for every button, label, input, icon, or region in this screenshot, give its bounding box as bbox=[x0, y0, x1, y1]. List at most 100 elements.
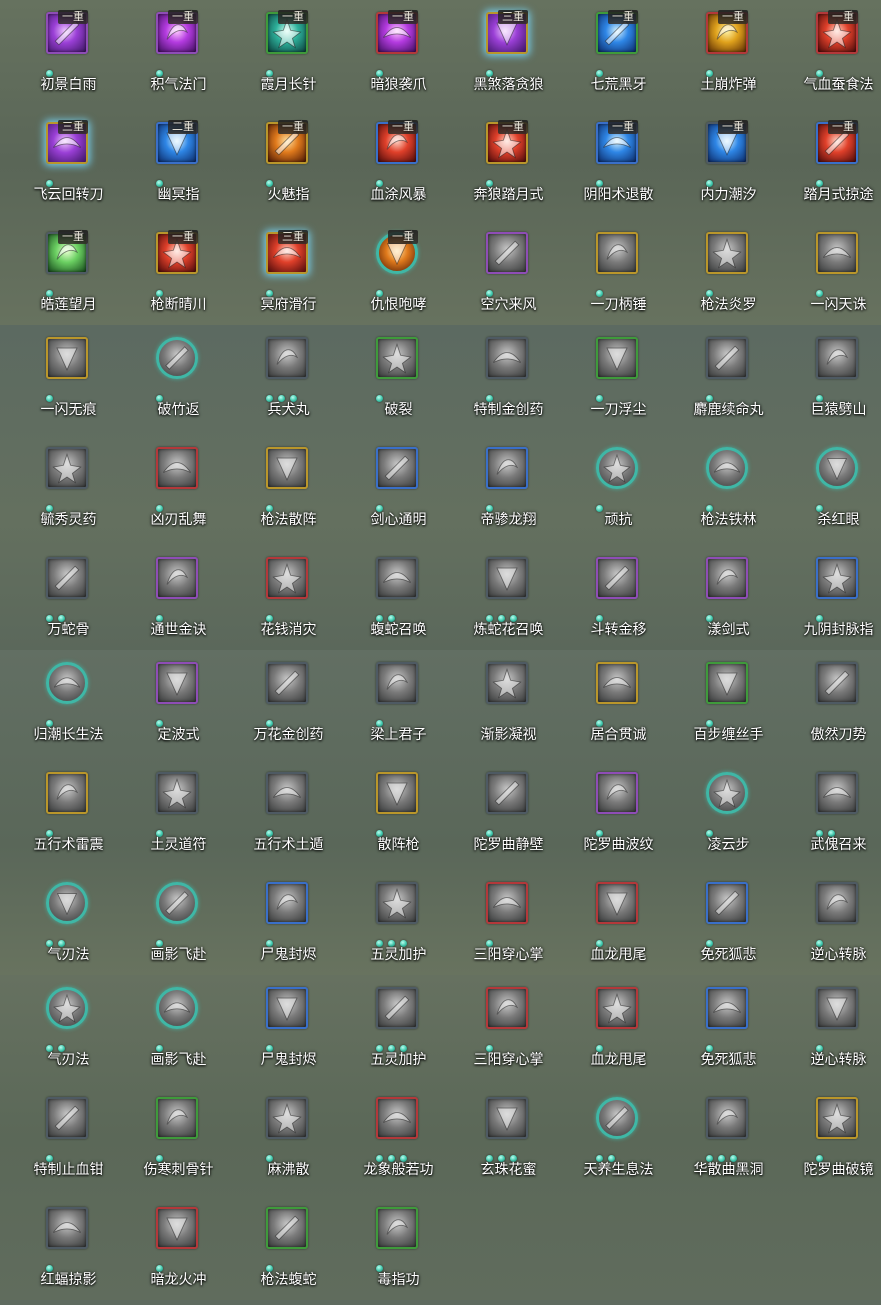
skill-slot[interactable]: 伤寒刺骨针 bbox=[116, 1085, 226, 1195]
skill-icon[interactable] bbox=[816, 337, 858, 379]
skill-icon[interactable] bbox=[156, 1097, 198, 1139]
skill-icon[interactable] bbox=[486, 662, 528, 704]
skill-slot[interactable]: 归潮长生法 bbox=[6, 650, 116, 760]
skill-slot[interactable]: 一刀柄锤 bbox=[556, 220, 666, 330]
skill-icon[interactable] bbox=[376, 337, 418, 379]
skill-icon[interactable] bbox=[816, 557, 858, 599]
skill-slot[interactable]: 画影飞赴 bbox=[116, 870, 226, 980]
skill-icon[interactable] bbox=[46, 447, 88, 489]
skill-icon[interactable] bbox=[706, 772, 748, 814]
skill-slot[interactable]: 一重 霞月长针 bbox=[226, 0, 336, 110]
skill-slot[interactable]: 一重 仇恨咆哮 bbox=[336, 220, 446, 330]
skill-icon[interactable] bbox=[156, 987, 198, 1029]
skill-icon[interactable] bbox=[266, 772, 308, 814]
skill-slot[interactable]: 通世金诀 bbox=[116, 545, 226, 655]
skill-slot[interactable]: 剑心通明 bbox=[336, 435, 446, 545]
skill-icon[interactable] bbox=[596, 987, 638, 1029]
skill-slot[interactable]: 百步缠丝手 bbox=[666, 650, 776, 760]
skill-slot[interactable]: 画影飞赴 bbox=[116, 975, 226, 1085]
skill-slot[interactable]: 陀罗曲破镜 bbox=[776, 1085, 881, 1195]
skill-slot[interactable]: 麻沸散 bbox=[226, 1085, 336, 1195]
skill-icon[interactable] bbox=[816, 1097, 858, 1139]
skill-slot[interactable]: 万蛇骨 bbox=[6, 545, 116, 655]
skill-icon[interactable] bbox=[376, 1207, 418, 1249]
skill-slot[interactable]: 气刃法 bbox=[6, 870, 116, 980]
skill-icon[interactable] bbox=[596, 662, 638, 704]
skill-slot[interactable]: 枪法蝮蛇 bbox=[226, 1195, 336, 1305]
skill-icon[interactable] bbox=[706, 557, 748, 599]
skill-slot[interactable]: 毓秀灵药 bbox=[6, 435, 116, 545]
skill-slot[interactable]: 麝鹿续命丸 bbox=[666, 325, 776, 435]
skill-icon[interactable] bbox=[266, 1097, 308, 1139]
skill-icon[interactable] bbox=[596, 882, 638, 924]
skill-icon[interactable] bbox=[706, 447, 748, 489]
skill-icon[interactable] bbox=[816, 662, 858, 704]
skill-icon[interactable] bbox=[486, 772, 528, 814]
skill-slot[interactable]: 尸鬼封烬 bbox=[226, 975, 336, 1085]
skill-icon[interactable] bbox=[266, 337, 308, 379]
skill-icon[interactable] bbox=[486, 557, 528, 599]
skill-slot[interactable]: 帝骖龙翔 bbox=[446, 435, 556, 545]
skill-slot[interactable]: 血龙甩尾 bbox=[556, 975, 666, 1085]
skill-slot[interactable]: 尸鬼封烬 bbox=[226, 870, 336, 980]
skill-slot[interactable]: 梁上君子 bbox=[336, 650, 446, 760]
skill-slot[interactable]: 一闪天诛 bbox=[776, 220, 881, 330]
skill-icon[interactable] bbox=[376, 447, 418, 489]
skill-slot[interactable]: 傲然刀势 bbox=[776, 650, 881, 760]
skill-icon[interactable] bbox=[156, 447, 198, 489]
skill-slot[interactable]: 气刃法 bbox=[6, 975, 116, 1085]
skill-slot[interactable]: 陀罗曲静壁 bbox=[446, 760, 556, 870]
skill-icon[interactable] bbox=[706, 232, 748, 274]
skill-slot[interactable]: 三阳穿心掌 bbox=[446, 975, 556, 1085]
skill-slot[interactable]: 一重 阴阳术退散 bbox=[556, 110, 666, 220]
skill-icon[interactable] bbox=[46, 337, 88, 379]
skill-icon[interactable] bbox=[156, 337, 198, 379]
skill-slot[interactable]: 九阴封脉指 bbox=[776, 545, 881, 655]
skill-slot[interactable]: 一重 气血蚕食法 bbox=[776, 0, 881, 110]
skill-icon[interactable] bbox=[46, 662, 88, 704]
skill-slot[interactable]: 兵犬丸 bbox=[226, 325, 336, 435]
skill-slot[interactable]: 龙象般若功 bbox=[336, 1085, 446, 1195]
skill-slot[interactable]: 血龙甩尾 bbox=[556, 870, 666, 980]
skill-slot[interactable]: 逆心转脉 bbox=[776, 870, 881, 980]
skill-slot[interactable]: 五行术土遁 bbox=[226, 760, 336, 870]
skill-slot[interactable]: 特制止血钳 bbox=[6, 1085, 116, 1195]
skill-slot[interactable]: 破竹返 bbox=[116, 325, 226, 435]
skill-slot[interactable]: 红蝠掠影 bbox=[6, 1195, 116, 1305]
skill-slot[interactable]: 定波式 bbox=[116, 650, 226, 760]
skill-icon[interactable] bbox=[706, 1097, 748, 1139]
skill-slot[interactable]: 陀罗曲波纹 bbox=[556, 760, 666, 870]
skill-slot[interactable]: 一重 奔狼踏月式 bbox=[446, 110, 556, 220]
skill-slot[interactable]: 逆心转脉 bbox=[776, 975, 881, 1085]
skill-icon[interactable] bbox=[816, 232, 858, 274]
skill-slot[interactable]: 凌云步 bbox=[666, 760, 776, 870]
skill-slot[interactable]: 五行术雷震 bbox=[6, 760, 116, 870]
skill-icon[interactable] bbox=[376, 987, 418, 1029]
skill-slot[interactable]: 花钱消灾 bbox=[226, 545, 336, 655]
skill-slot[interactable]: 特制金创药 bbox=[446, 325, 556, 435]
skill-icon[interactable] bbox=[486, 882, 528, 924]
skill-slot[interactable]: 三重 飞云回转刀 bbox=[6, 110, 116, 220]
skill-slot[interactable]: 一重 皓莲望月 bbox=[6, 220, 116, 330]
skill-slot[interactable]: 一重 内力潮汐 bbox=[666, 110, 776, 220]
skill-slot[interactable]: 破裂 bbox=[336, 325, 446, 435]
skill-slot[interactable]: 一闪无痕 bbox=[6, 325, 116, 435]
skill-slot[interactable]: 暗龙火冲 bbox=[116, 1195, 226, 1305]
skill-icon[interactable] bbox=[46, 1097, 88, 1139]
skill-slot[interactable]: 斗转金移 bbox=[556, 545, 666, 655]
skill-icon[interactable] bbox=[266, 882, 308, 924]
skill-icon[interactable] bbox=[46, 1207, 88, 1249]
skill-slot[interactable]: 居合贯诚 bbox=[556, 650, 666, 760]
skill-slot[interactable]: 炼蛇花召唤 bbox=[446, 545, 556, 655]
skill-icon[interactable] bbox=[816, 987, 858, 1029]
skill-icon[interactable] bbox=[266, 662, 308, 704]
skill-slot[interactable]: 武傀召来 bbox=[776, 760, 881, 870]
skill-icon[interactable] bbox=[486, 337, 528, 379]
skill-slot[interactable]: 免死狐悲 bbox=[666, 870, 776, 980]
skill-slot[interactable]: 三重 黑煞落贪狼 bbox=[446, 0, 556, 110]
skill-slot[interactable]: 一重 七荒黑牙 bbox=[556, 0, 666, 110]
skill-slot[interactable]: 一重 血涂风暴 bbox=[336, 110, 446, 220]
skill-icon[interactable] bbox=[46, 557, 88, 599]
skill-icon[interactable] bbox=[486, 1097, 528, 1139]
skill-slot[interactable]: 一重 暗狼袭爪 bbox=[336, 0, 446, 110]
